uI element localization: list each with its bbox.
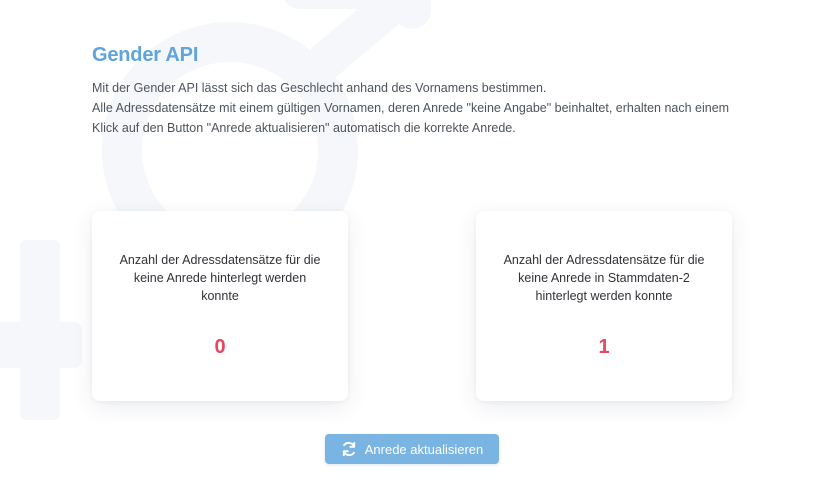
- missing-salutation-count: 0: [214, 336, 226, 358]
- description: Mit der Gender API lässt sich das Geschl…: [92, 78, 752, 138]
- update-salutation-label: Anrede aktualisieren: [364, 441, 484, 457]
- page-title: Gender API: [92, 44, 199, 66]
- missing-salutation-stammdaten-2-card: Anzahl der Adressdatensätze für die kein…: [476, 211, 732, 401]
- missing-salutation-label: Anzahl der Adressdatensätze für die kein…: [119, 253, 321, 303]
- missing-salutation-card: Anzahl der Adressdatensätze für die kein…: [92, 211, 348, 401]
- refresh-icon: [341, 441, 357, 457]
- missing-salutation-stammdaten-2-count: 1: [598, 336, 610, 358]
- description-line-2: Alle Adressdatensätze mit einem gültigen…: [92, 101, 730, 135]
- missing-salutation-stammdaten-2-label: Anzahl der Adressdatensätze für die kein…: [503, 253, 705, 303]
- description-line-1: Mit der Gender API lässt sich das Geschl…: [92, 81, 547, 95]
- update-salutation-button[interactable]: Anrede aktualisieren: [325, 434, 499, 464]
